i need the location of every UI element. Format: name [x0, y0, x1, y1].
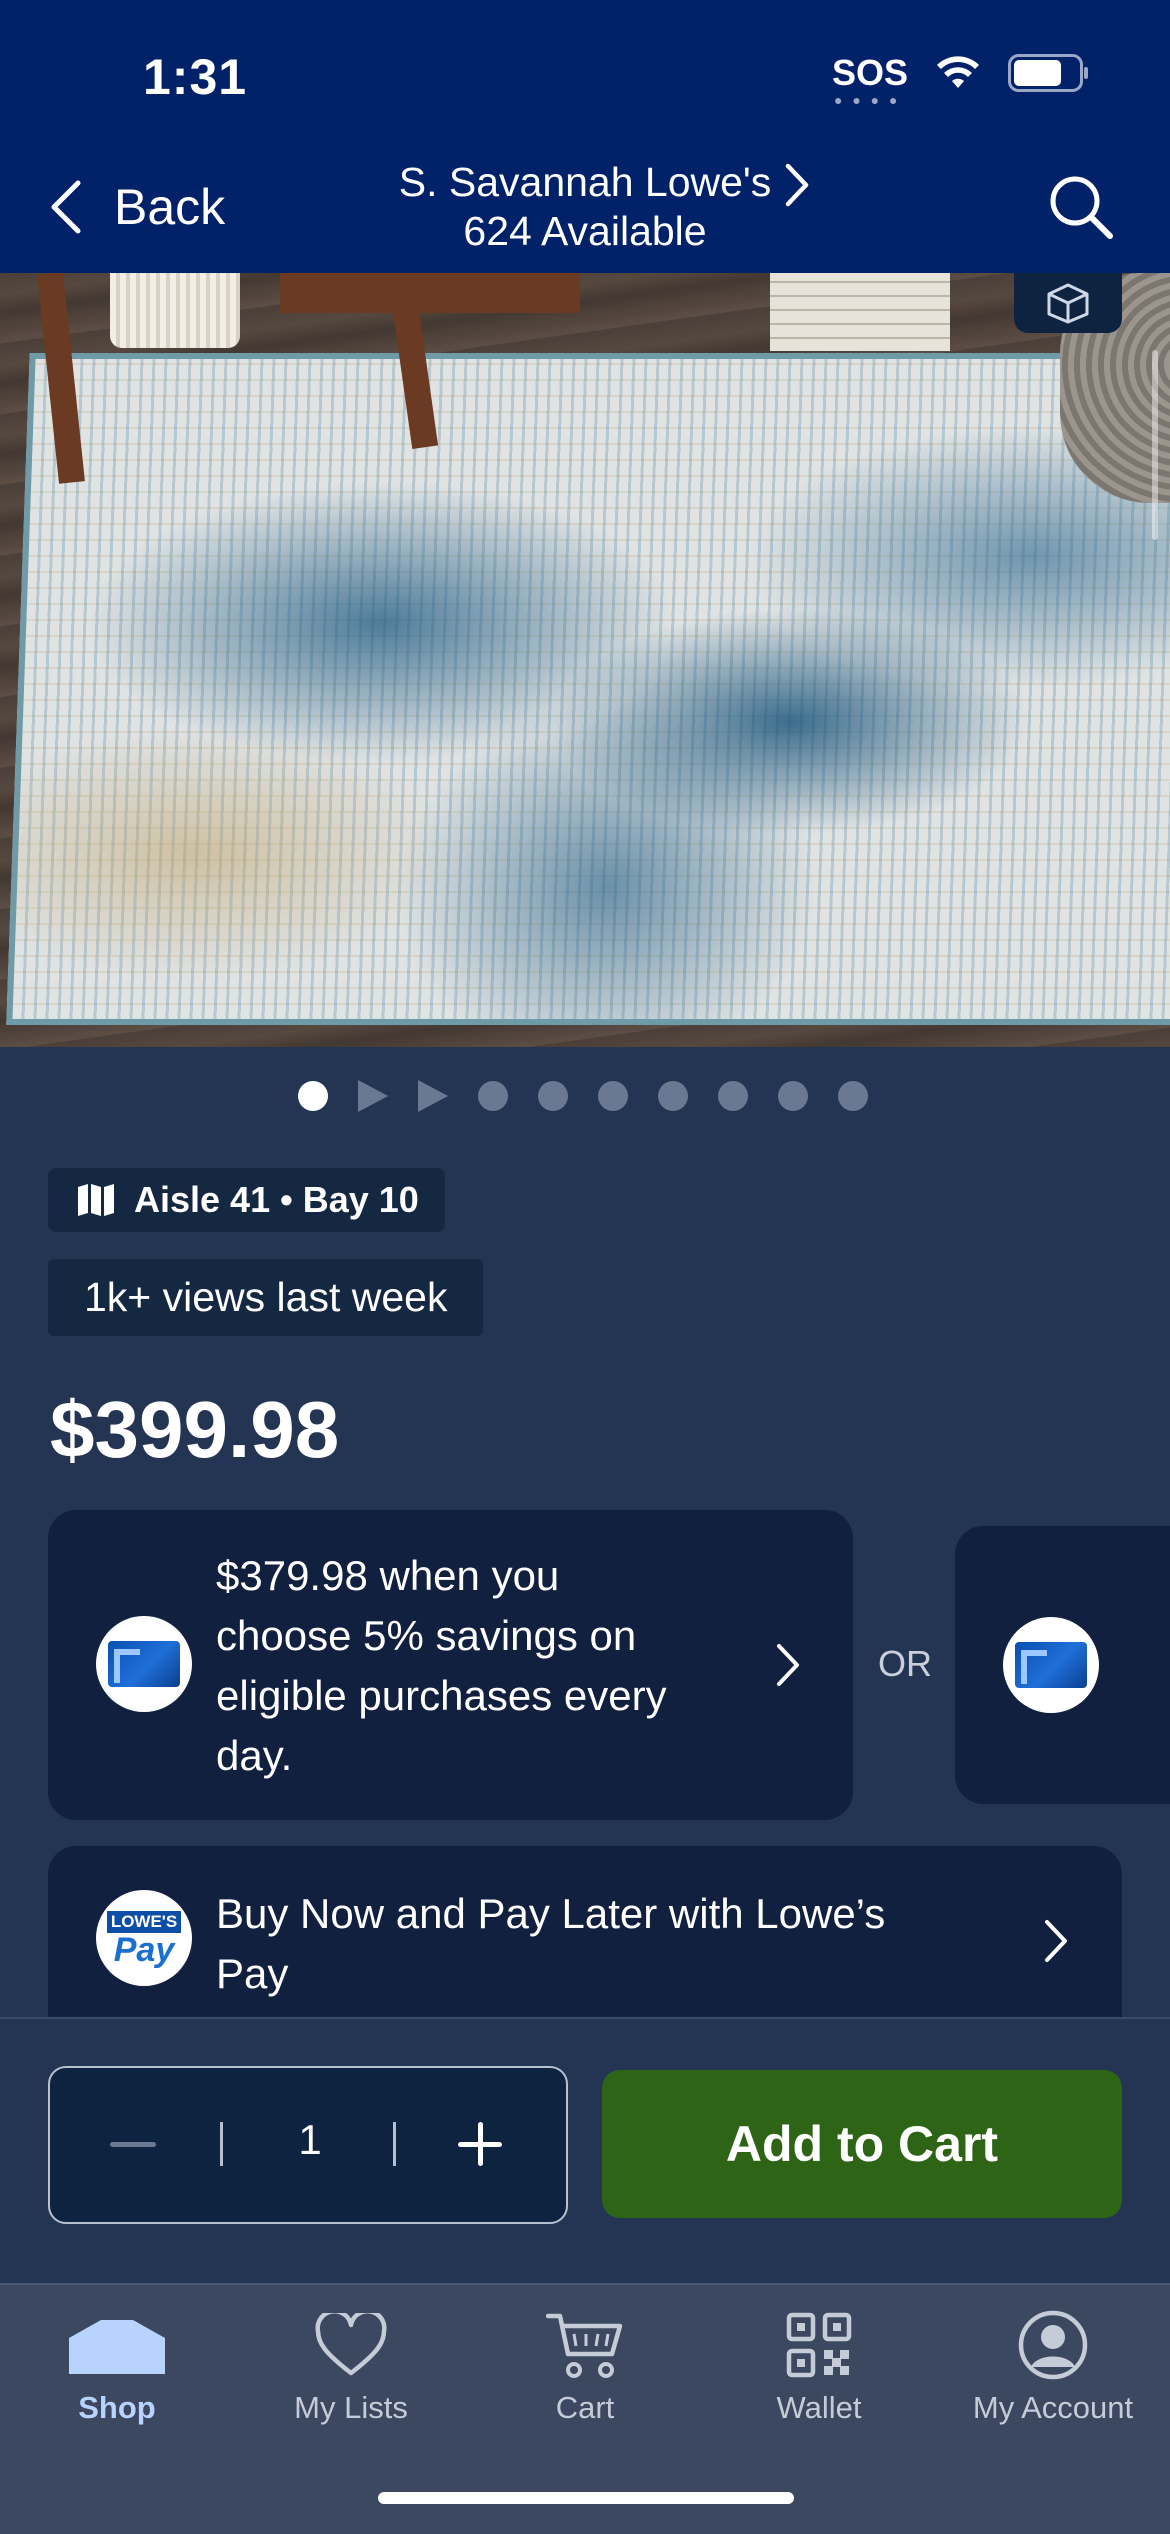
plus-icon[interactable]: [458, 2122, 502, 2166]
pagination-dot[interactable]: [598, 1081, 628, 1111]
add-to-cart-label: Add to Cart: [725, 2116, 999, 2172]
credit-card-offer[interactable]: $379.98 when you choose 5% savings on el…: [48, 1510, 853, 1820]
credit-card-offer-secondary[interactable]: [955, 1526, 1170, 1804]
views-text: 1k+ views last week: [84, 1274, 448, 1320]
home-indicator: [378, 2492, 794, 2504]
tab-cart[interactable]: Cart: [468, 2300, 702, 2426]
view-in-room-button[interactable]: [1014, 273, 1122, 333]
sos-indicator: SOS ● ● ● ●: [831, 52, 908, 108]
lowes-card-logo: [96, 1616, 192, 1712]
pagination-dot[interactable]: [778, 1081, 808, 1111]
tab-shop[interactable]: Shop: [0, 2300, 234, 2426]
store-name: S. Savannah Lowe's: [398, 159, 772, 205]
scroll-indicator: [1152, 350, 1158, 540]
tab-label: Shop: [78, 2390, 156, 2425]
pay-logo-top: LOWE'S: [106, 1911, 182, 1933]
credit-card-icon: [108, 1641, 180, 1687]
throw-blanket: [110, 273, 240, 348]
pagination-dot[interactable]: [658, 1081, 688, 1111]
divider: [393, 2122, 396, 2166]
divider: [220, 2122, 223, 2166]
product-image-carousel[interactable]: [0, 273, 1170, 1047]
book-stack: [770, 273, 950, 351]
rug-product-image: [6, 353, 1170, 1025]
pagination-video-indicator[interactable]: [358, 1080, 388, 1112]
pagination-dot[interactable]: [298, 1081, 328, 1111]
pagination-video-indicator[interactable]: [418, 1080, 448, 1112]
lowes-pay-logo: LOWE'S Pay: [96, 1890, 192, 1986]
status-time: 1:31: [143, 49, 248, 105]
tab-label: My Lists: [294, 2390, 408, 2425]
chevron-left-icon: [51, 180, 81, 234]
minus-icon[interactable]: [110, 2142, 156, 2147]
back-button[interactable]: Back: [48, 178, 225, 236]
signal-dots: ● ● ● ●: [833, 92, 901, 108]
qr-code-icon: [786, 2312, 852, 2378]
3d-box-icon: [1047, 283, 1089, 324]
chevron-right-icon: [1045, 1920, 1067, 1962]
tab-my-account[interactable]: My Account: [936, 2300, 1170, 2426]
lowes-pay-offer[interactable]: LOWE'S Pay Buy Now and Pay Later with Lo…: [48, 1846, 1122, 2036]
tab-my-lists[interactable]: My Lists: [234, 2300, 468, 2426]
chevron-right-icon: [777, 1644, 799, 1686]
image-pagination[interactable]: [298, 1080, 868, 1112]
battery-icon: [1008, 54, 1088, 92]
tab-label: My Account: [972, 2390, 1134, 2425]
card-offer-text: $379.98 when you choose 5% savings on el…: [216, 1552, 667, 1779]
views-badge: 1k+ views last week: [48, 1259, 484, 1336]
pagination-dot[interactable]: [538, 1081, 568, 1111]
add-to-cart-button[interactable]: Add to Cart: [602, 2070, 1122, 2218]
top-header: 1:31 SOS ● ● ● ● Back S. Savannah Lowe's…: [0, 0, 1170, 273]
chair-leg: [280, 273, 580, 313]
wifi-icon: [937, 56, 979, 88]
chevron-right-icon[interactable]: [782, 160, 812, 210]
product-price: $399.98: [50, 1385, 340, 1474]
tab-label: Cart: [555, 2390, 615, 2425]
pagination-dot[interactable]: [838, 1081, 868, 1111]
aisle-location-badge[interactable]: Aisle 41 • Bay 10: [48, 1168, 445, 1232]
sos-label: SOS: [831, 52, 908, 93]
tab-wallet[interactable]: Wallet: [702, 2300, 936, 2426]
or-label: OR: [878, 1643, 932, 1684]
account-icon: [1018, 2310, 1088, 2380]
heart-icon: [315, 2313, 387, 2376]
map-icon: [78, 1184, 114, 1216]
pagination-dot[interactable]: [478, 1081, 508, 1111]
store-availability: 624 Available: [463, 208, 707, 254]
pay-later-text: Buy Now and Pay Later with Lowe’s Pay: [216, 1890, 886, 1997]
cart-icon: [546, 2313, 623, 2378]
pagination-dot[interactable]: [718, 1081, 748, 1111]
quantity-value[interactable]: 1: [255, 2116, 365, 2164]
status-icons: SOS ● ● ● ●: [831, 52, 1090, 108]
lowes-card-logo: [1003, 1617, 1099, 1713]
quantity-stepper[interactable]: 1: [48, 2066, 568, 2224]
back-label: Back: [114, 179, 226, 235]
store-selector[interactable]: S. Savannah Lowe's 624 Available: [350, 158, 820, 256]
tab-label: Wallet: [776, 2390, 862, 2425]
search-icon[interactable]: [1046, 172, 1116, 242]
credit-card-icon: [1015, 1642, 1087, 1688]
shop-icon: [69, 2320, 165, 2374]
aisle-location-text: Aisle 41 • Bay 10: [134, 1179, 419, 1220]
pay-logo-bottom: Pay: [113, 1931, 175, 1969]
